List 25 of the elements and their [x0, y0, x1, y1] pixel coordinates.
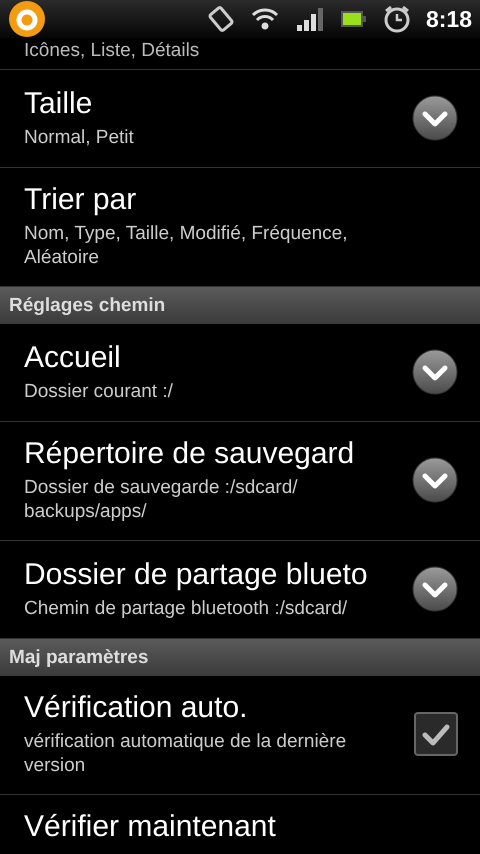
setting-title[interactable]: Répertoire de sauvegard — [24, 436, 412, 472]
section-header: Réglages chemin — [0, 287, 480, 324]
setting-summary: vérification automatique de la dernière version — [24, 730, 348, 778]
alarm-clock-icon — [382, 5, 412, 33]
rotation-icon — [206, 5, 236, 33]
dropdown-icon[interactable] — [412, 94, 458, 140]
setting-title[interactable]: Trier par — [24, 182, 456, 218]
setting-title[interactable]: Accueil — [24, 340, 412, 376]
setting-title[interactable]: Vérifier maintenant — [24, 809, 456, 845]
section-header: Maj paramètres — [0, 639, 480, 676]
setting-summary: Dossier de sauvegarde :/sdcard/ backups/apps/ — [24, 476, 299, 524]
dropdown-icon[interactable] — [412, 457, 458, 503]
status-time: 8:18 — [426, 6, 472, 32]
setting-summary: Chemin de partage bluetooth :/sdcard/ — [24, 596, 348, 620]
setting-title[interactable]: Dossier de partage blueto — [24, 556, 412, 592]
setting-title[interactable]: Vérification auto. — [24, 690, 414, 726]
setting-summary: Normal, Petit — [24, 126, 135, 150]
dropdown-icon[interactable] — [412, 348, 458, 394]
dropdown-icon[interactable] — [412, 566, 458, 612]
setting-summary: Nom, Type, Taille, Modifié, Fréquence, Aléatoire — [24, 222, 349, 270]
setting-summary: Dossier courant :/ — [24, 380, 174, 404]
checkbox[interactable] — [414, 712, 458, 756]
setting-summary: Icônes, Liste, Détails — [24, 39, 200, 63]
setting-title[interactable]: Taille — [24, 86, 412, 122]
app-logo-icon — [8, 0, 46, 38]
